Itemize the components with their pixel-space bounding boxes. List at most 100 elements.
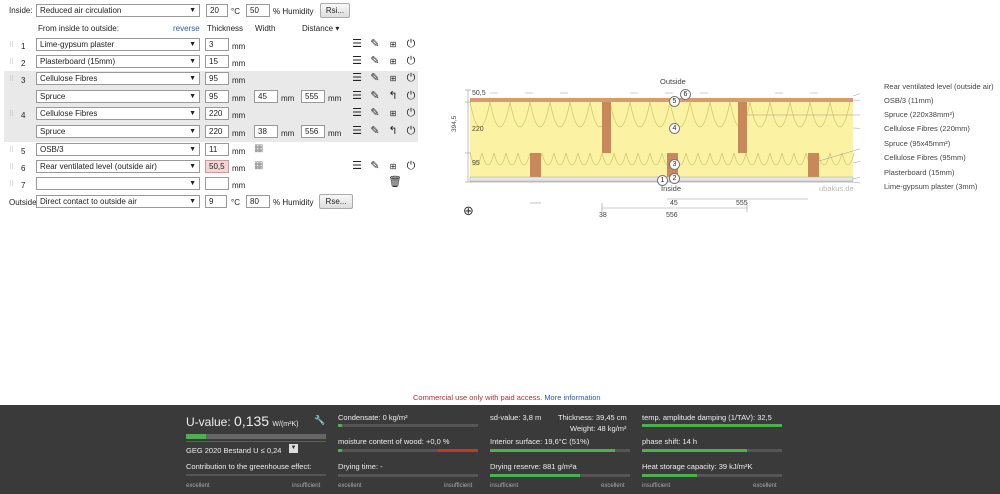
layer-material-select[interactable]: Rear ventilated level (outside air) ▼	[36, 160, 200, 173]
pencil-icon[interactable]: ✎	[366, 38, 384, 51]
layer-material-select[interactable]: Cellulose Fibres ▼	[36, 72, 200, 85]
layer-number: 1	[21, 42, 26, 51]
rsi-button[interactable]: Rsi...	[320, 3, 350, 18]
power-icon[interactable]: ⏻	[402, 55, 420, 68]
sublayer-width-input[interactable]: 38	[254, 125, 278, 138]
power-icon[interactable]: ⏻	[402, 125, 420, 138]
legend-item: Cellulose Fibres (220mm)	[884, 124, 970, 133]
drying-time-bar	[338, 474, 478, 477]
spruce-batten	[530, 153, 541, 177]
power-icon[interactable]: ⏻	[402, 72, 420, 85]
menu-icon[interactable]: ☰	[348, 72, 366, 85]
moisture-bar-fill	[338, 449, 342, 452]
power-icon[interactable]: ⏻	[402, 90, 420, 103]
layer-thickness-input[interactable]: 50,5	[205, 160, 229, 173]
add-sublayer-icon[interactable]: ⊞	[384, 55, 402, 68]
layer-number: 3	[21, 76, 26, 85]
layer-thickness-input[interactable]: 220	[205, 107, 229, 120]
layer-thickness-input[interactable]	[205, 177, 229, 190]
power-icon[interactable]: ⏻	[402, 160, 420, 173]
drying-reserve-label: Drying reserve: 881 g/m²a	[490, 462, 577, 471]
u-limit-line	[186, 441, 326, 442]
legend-item: Plasterboard (15mm)	[884, 168, 955, 177]
layer-material-select[interactable]: ▼	[36, 177, 200, 190]
drag-handle-icon[interactable]: ⠿	[9, 110, 14, 118]
layer-material-select[interactable]: Cellulose Fibres ▼	[36, 107, 200, 120]
outside-climate-select[interactable]: Direct contact to outside air ▼	[36, 195, 200, 208]
layer-thickness-input[interactable]: 11	[205, 143, 229, 156]
u-value-bar-fill	[186, 434, 206, 439]
more-info-link[interactable]: More information	[544, 393, 600, 402]
add-sublayer-icon[interactable]: ⊞	[384, 107, 402, 120]
distance-header[interactable]: Distance ▾	[302, 23, 339, 34]
drag-handle-icon[interactable]: ⠿	[9, 58, 14, 66]
sublayer-width-input[interactable]: 45	[254, 90, 278, 103]
pencil-icon[interactable]: ✎	[366, 107, 384, 120]
add-wood-layer-icon[interactable]: ▦	[254, 159, 263, 173]
outside-humidity-input[interactable]: 80	[246, 195, 270, 208]
pencil-icon[interactable]: ✎	[366, 160, 384, 173]
layer-marker: 4	[669, 123, 680, 134]
menu-icon[interactable]: ☰	[348, 107, 366, 120]
sublayer-thickness-input[interactable]: 95	[205, 90, 229, 103]
sd-value-label: sd-value: 3,8 m	[490, 413, 542, 422]
undo-icon[interactable]: ↰	[384, 90, 402, 103]
drag-handle-icon[interactable]: ⠿	[9, 163, 14, 171]
sublayer-distance-input[interactable]: 556	[301, 125, 325, 138]
rse-button[interactable]: Rse...	[319, 194, 353, 209]
geg-label: GEG 2020 Bestand U ≤ 0,24	[186, 446, 282, 455]
unit-label: mm	[232, 59, 246, 68]
menu-icon[interactable]: ☰	[348, 160, 366, 173]
chevron-down-icon: ▼	[189, 75, 196, 82]
reverse-link[interactable]: reverse	[173, 23, 200, 34]
pencil-icon[interactable]: ✎	[366, 72, 384, 85]
add-sublayer-icon[interactable]: ⊞	[384, 38, 402, 51]
outside-label: Outside	[9, 198, 37, 207]
add-sublayer-icon[interactable]: ⊞	[384, 72, 402, 85]
menu-icon[interactable]: ☰	[348, 90, 366, 103]
pencil-icon[interactable]: ✎	[366, 90, 384, 103]
power-icon[interactable]: ⏻	[402, 107, 420, 120]
dim-556: 556	[666, 212, 678, 219]
layer-thickness-input[interactable]: 95	[205, 72, 229, 85]
pencil-icon[interactable]: ✎	[366, 125, 384, 138]
outside-temp-input[interactable]: 9	[205, 195, 227, 208]
add-sublayer-icon[interactable]: ⊞	[384, 160, 402, 173]
add-wood-layer-icon[interactable]: ▦	[254, 142, 263, 156]
unit-label: mm	[328, 129, 342, 138]
sublayer-distance-input[interactable]: 555	[301, 90, 325, 103]
inside-temp-input[interactable]: 20	[206, 4, 228, 17]
pencil-icon[interactable]: ✎	[366, 55, 384, 68]
zoom-in-icon[interactable]: ⊕	[463, 203, 474, 219]
undo-icon[interactable]: ↰	[384, 125, 402, 138]
drag-handle-icon[interactable]: ⠿	[9, 180, 14, 188]
condensate-label: Condensate: 0 kg/m²	[338, 413, 408, 422]
menu-icon[interactable]: ☰	[348, 125, 366, 138]
sublayer-material-select[interactable]: Spruce ▼	[36, 125, 200, 138]
scale-insufficient: insufficient	[292, 483, 321, 489]
trash-icon[interactable]: 🗑	[388, 176, 402, 190]
inside-climate-select[interactable]: Reduced air circulation ▼	[36, 4, 200, 17]
layer-material-select[interactable]: Lime-gypsum plaster ▼	[36, 38, 200, 51]
dropdown-icon[interactable]: ▼	[289, 444, 298, 453]
drag-handle-icon[interactable]: ⠿	[9, 146, 14, 154]
drag-handle-icon[interactable]: ⠿	[9, 41, 14, 49]
direction-label: From inside to outside:	[38, 24, 119, 33]
layer-actions: ☰ ✎ ⊞ ⏻	[348, 160, 420, 174]
layer-material-select[interactable]: OSB/3 ▼	[36, 143, 200, 156]
power-icon[interactable]: ⏻	[402, 38, 420, 51]
menu-icon[interactable]: ☰	[348, 55, 366, 68]
sublayer-material-select[interactable]: Spruce ▼	[36, 90, 200, 103]
layer-material-select[interactable]: Plasterboard (15mm) ▼	[36, 55, 200, 68]
layer-thickness-input[interactable]: 15	[205, 55, 229, 68]
wrench-icon[interactable]: 🔧	[314, 415, 325, 426]
inside-humidity-input[interactable]: 50	[246, 4, 270, 17]
menu-icon[interactable]: ☰	[348, 38, 366, 51]
layer-thickness-input[interactable]: 3	[205, 38, 229, 51]
dim-555: 555	[736, 200, 748, 207]
notice-text: Commercial use only with paid access.	[413, 393, 543, 402]
sublayer-thickness-input[interactable]: 220	[205, 125, 229, 138]
commercial-notice: Commercial use only with paid access. Mo…	[413, 392, 601, 403]
drag-handle-icon[interactable]: ⠿	[9, 75, 14, 83]
wall-cross-section	[465, 89, 860, 212]
